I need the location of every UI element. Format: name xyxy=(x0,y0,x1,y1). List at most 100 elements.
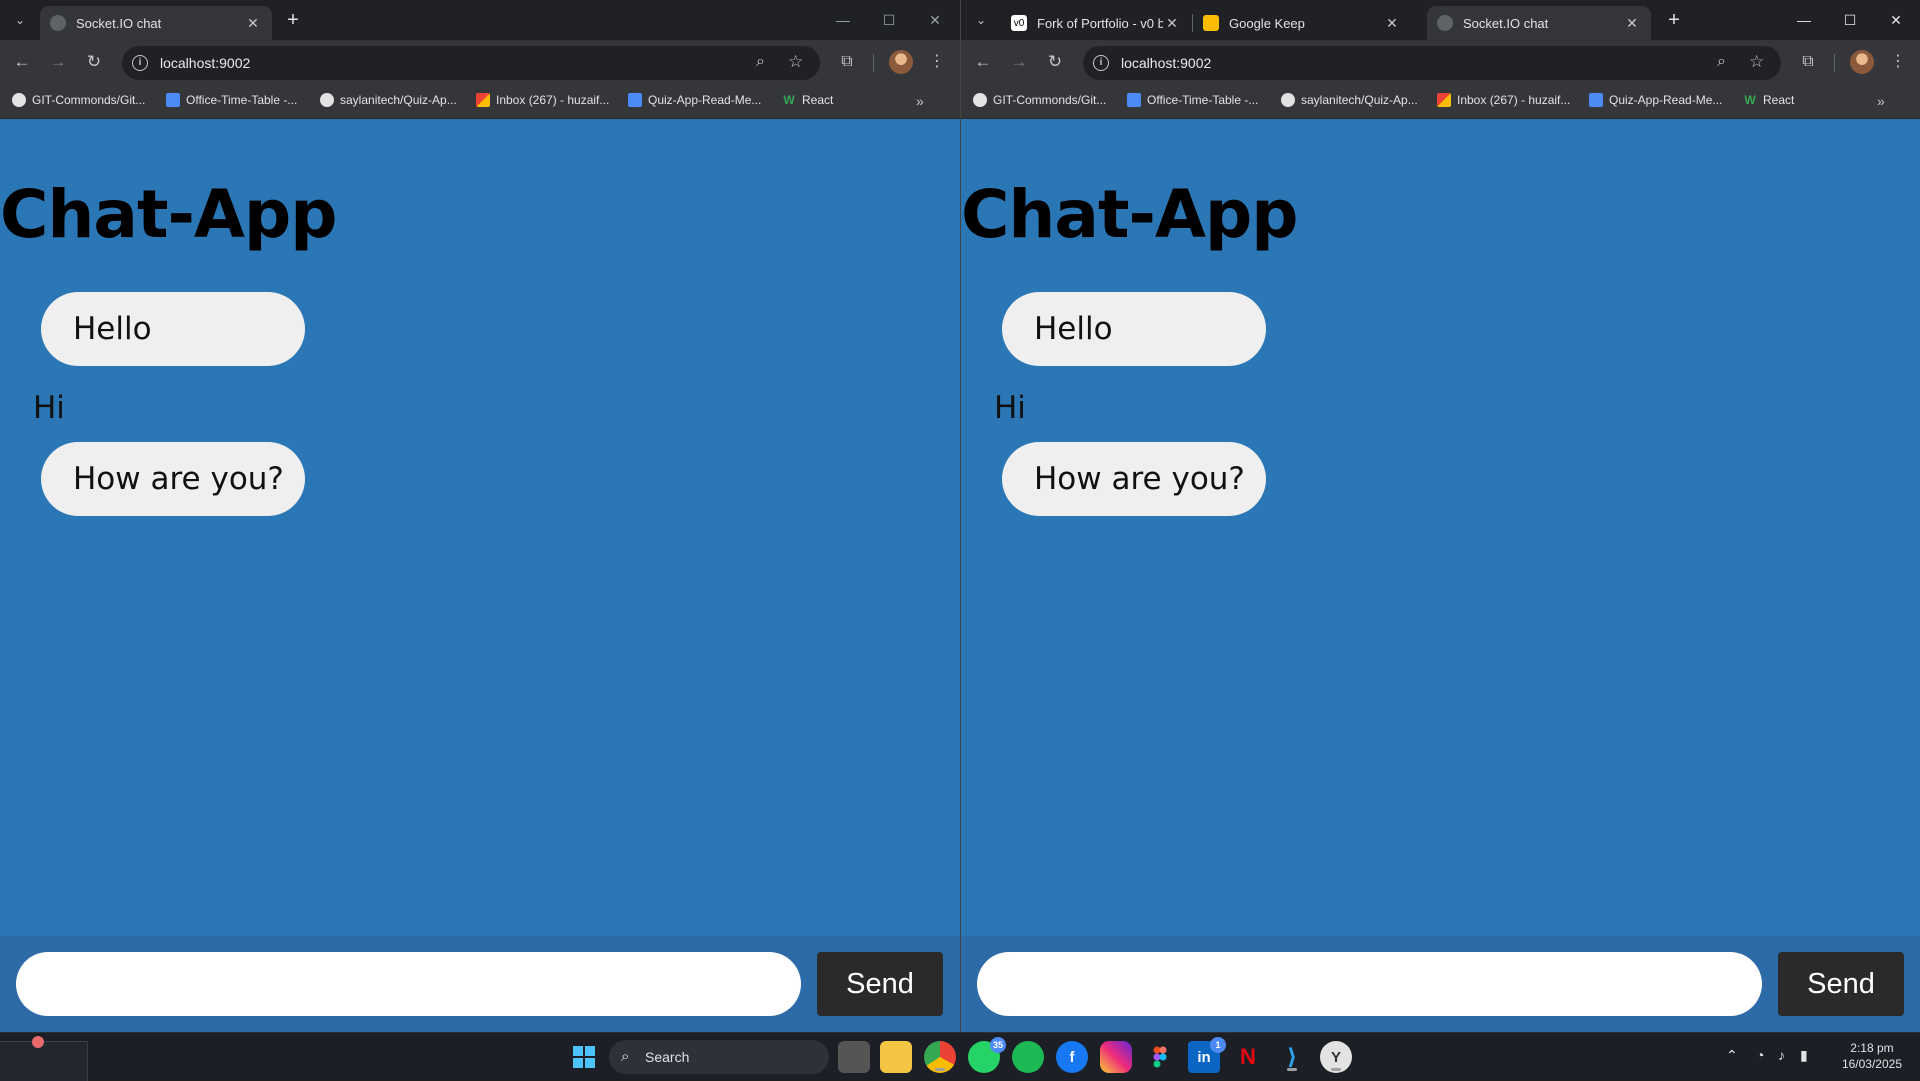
message-bubble: Hello xyxy=(41,292,305,366)
github-icon xyxy=(12,93,26,107)
page-title: Chat-App xyxy=(961,176,1298,253)
search-icon: ⌕ xyxy=(621,1048,630,1065)
bookmarks-overflow-icon[interactable]: » xyxy=(1877,93,1885,109)
volume-icon[interactable]: ♪ xyxy=(1778,1047,1785,1063)
bookmark-star-icon[interactable]: ☆ xyxy=(1749,52,1764,72)
bookmark-quiz-app-repo[interactable]: saylanitech/Quiz-Ap... xyxy=(1281,93,1418,107)
gmail-icon xyxy=(476,93,490,107)
bookmark-git-commonds[interactable]: GIT-Commonds/Git... xyxy=(973,93,1106,107)
address-bar[interactable]: i localhost:9002 ⌕ ☆ xyxy=(1083,46,1781,80)
tab-strip: ⌄ v0 Fork of Portfolio - v0 by Vercel ✕ … xyxy=(961,0,1920,40)
close-tab-icon[interactable]: ✕ xyxy=(1163,15,1181,32)
profile-avatar[interactable] xyxy=(1850,50,1874,74)
close-window-icon[interactable]: ✕ xyxy=(912,0,958,40)
url-text: localhost:9002 xyxy=(1121,55,1212,71)
task-view-icon[interactable] xyxy=(838,1041,870,1073)
running-indicator xyxy=(1287,1068,1297,1071)
bookmark-inbox[interactable]: Inbox (267) - huzaif... xyxy=(476,93,609,107)
close-window-icon[interactable]: ✕ xyxy=(1873,0,1919,40)
tab-strip: ⌄ Socket.IO chat ✕ + — ☐ ✕ xyxy=(0,0,960,40)
clock[interactable]: 2:18 pm 16/03/2025 xyxy=(1842,1040,1902,1072)
docs-icon xyxy=(1589,93,1603,107)
close-tab-icon[interactable]: ✕ xyxy=(244,15,262,32)
close-tab-icon[interactable]: ✕ xyxy=(1623,15,1641,32)
bookmark-inbox[interactable]: Inbox (267) - huzaif... xyxy=(1437,93,1570,107)
docs-icon xyxy=(1127,93,1141,107)
tab-google-keep[interactable]: Google Keep ✕ xyxy=(1193,6,1411,40)
app-circle-icon[interactable]: Y xyxy=(1320,1041,1352,1073)
globe-icon xyxy=(50,15,66,31)
browser-window-left: ⌄ Socket.IO chat ✕ + — ☐ ✕ ← → ↻ i local… xyxy=(0,0,960,1032)
vscode-icon[interactable]: ⟩ xyxy=(1276,1041,1308,1073)
message-composer: Send xyxy=(0,936,960,1032)
menu-kebab-icon[interactable]: ⋮ xyxy=(924,49,950,75)
spotify-icon[interactable] xyxy=(1012,1041,1044,1073)
message-input[interactable] xyxy=(977,952,1762,1016)
bookmark-star-icon[interactable]: ☆ xyxy=(788,52,803,72)
linkedin-icon[interactable]: in 1 xyxy=(1188,1037,1226,1073)
tab-socketio-chat[interactable]: Socket.IO chat ✕ xyxy=(40,6,272,40)
back-icon[interactable]: ← xyxy=(969,48,997,76)
bookmark-office-time-table[interactable]: Office-Time-Table -... xyxy=(1127,93,1258,107)
docs-icon xyxy=(628,93,642,107)
react-w-icon: W xyxy=(782,93,796,107)
maximize-icon[interactable]: ☐ xyxy=(866,0,912,40)
windows-start-icon[interactable] xyxy=(568,1041,600,1073)
new-tab-button[interactable]: + xyxy=(280,8,306,34)
tab-search-chevron-icon[interactable]: ⌄ xyxy=(8,8,32,32)
back-icon[interactable]: ← xyxy=(8,48,36,76)
figma-icon[interactable] xyxy=(1144,1041,1176,1073)
reload-icon[interactable]: ↻ xyxy=(80,48,108,76)
tab-search-chevron-icon[interactable]: ⌄ xyxy=(969,8,993,32)
bookmarks-bar: GIT-Commonds/Git... Office-Time-Table -.… xyxy=(961,85,1920,119)
browser-toolbar: ← → ↻ i localhost:9002 ⌕ ☆ ⧉ ⋮ xyxy=(0,40,960,85)
site-info-icon[interactable]: i xyxy=(132,55,148,71)
tray-chevron-icon[interactable]: ⌃ xyxy=(1726,1047,1738,1064)
github-icon xyxy=(320,93,334,107)
file-explorer-icon[interactable] xyxy=(880,1041,912,1073)
whatsapp-icon[interactable]: 35 xyxy=(968,1037,1006,1073)
bookmark-git-commonds[interactable]: GIT-Commonds/Git... xyxy=(12,93,145,107)
message-input[interactable] xyxy=(16,952,801,1016)
forward-icon[interactable]: → xyxy=(44,48,72,76)
extensions-icon[interactable]: ⧉ xyxy=(834,49,860,75)
maximize-icon[interactable]: ☐ xyxy=(1827,0,1873,40)
wifi-icon[interactable]: ◔ xyxy=(1756,1047,1764,1063)
facebook-icon[interactable]: f xyxy=(1056,1041,1088,1073)
new-tab-button[interactable]: + xyxy=(1661,8,1687,34)
bookmark-quiz-readme[interactable]: Quiz-App-Read-Me... xyxy=(628,93,761,107)
reload-icon[interactable]: ↻ xyxy=(1041,48,1069,76)
chat-page: Chat-App Hello Hi How are you? Send xyxy=(0,120,960,1032)
extensions-icon[interactable]: ⧉ xyxy=(1795,49,1821,75)
netflix-icon[interactable]: N xyxy=(1232,1041,1264,1073)
bookmark-quiz-app-repo[interactable]: saylanitech/Quiz-Ap... xyxy=(320,93,457,107)
instagram-icon[interactable] xyxy=(1100,1041,1132,1073)
taskbar-search[interactable]: ⌕ Search xyxy=(609,1040,829,1074)
profile-avatar[interactable] xyxy=(889,50,913,74)
message-bubble: How are you? xyxy=(1002,442,1266,516)
bookmark-office-time-table[interactable]: Office-Time-Table -... xyxy=(166,93,297,107)
zoom-icon[interactable]: ⌕ xyxy=(756,53,765,71)
send-button[interactable]: Send xyxy=(1778,952,1904,1016)
forward-icon[interactable]: → xyxy=(1005,48,1033,76)
menu-kebab-icon[interactable]: ⋮ xyxy=(1885,49,1911,75)
send-button[interactable]: Send xyxy=(817,952,943,1016)
bookmarks-overflow-icon[interactable]: » xyxy=(916,93,924,109)
minimize-icon[interactable]: — xyxy=(1781,0,1827,40)
bookmark-react[interactable]: W React xyxy=(1743,93,1794,107)
bookmark-quiz-readme[interactable]: Quiz-App-Read-Me... xyxy=(1589,93,1722,107)
browser-window-right: ⌄ v0 Fork of Portfolio - v0 by Vercel ✕ … xyxy=(960,0,1920,1032)
chrome-icon[interactable] xyxy=(924,1041,956,1073)
battery-icon[interactable]: ▮ xyxy=(1800,1047,1808,1064)
address-bar[interactable]: i localhost:9002 ⌕ ☆ xyxy=(122,46,820,80)
weather-widget[interactable] xyxy=(0,1036,88,1081)
bookmark-react[interactable]: W React xyxy=(782,93,833,107)
tab-fork-of-portfolio[interactable]: v0 Fork of Portfolio - v0 by Vercel ✕ xyxy=(1001,6,1191,40)
clock-time: 2:18 pm xyxy=(1850,1041,1894,1055)
site-info-icon[interactable]: i xyxy=(1093,55,1109,71)
close-tab-icon[interactable]: ✕ xyxy=(1383,15,1401,32)
minimize-icon[interactable]: — xyxy=(820,0,866,40)
tab-socketio-chat[interactable]: Socket.IO chat ✕ xyxy=(1427,6,1651,40)
clock-date: 16/03/2025 xyxy=(1841,1057,1902,1071)
zoom-icon[interactable]: ⌕ xyxy=(1717,53,1726,71)
